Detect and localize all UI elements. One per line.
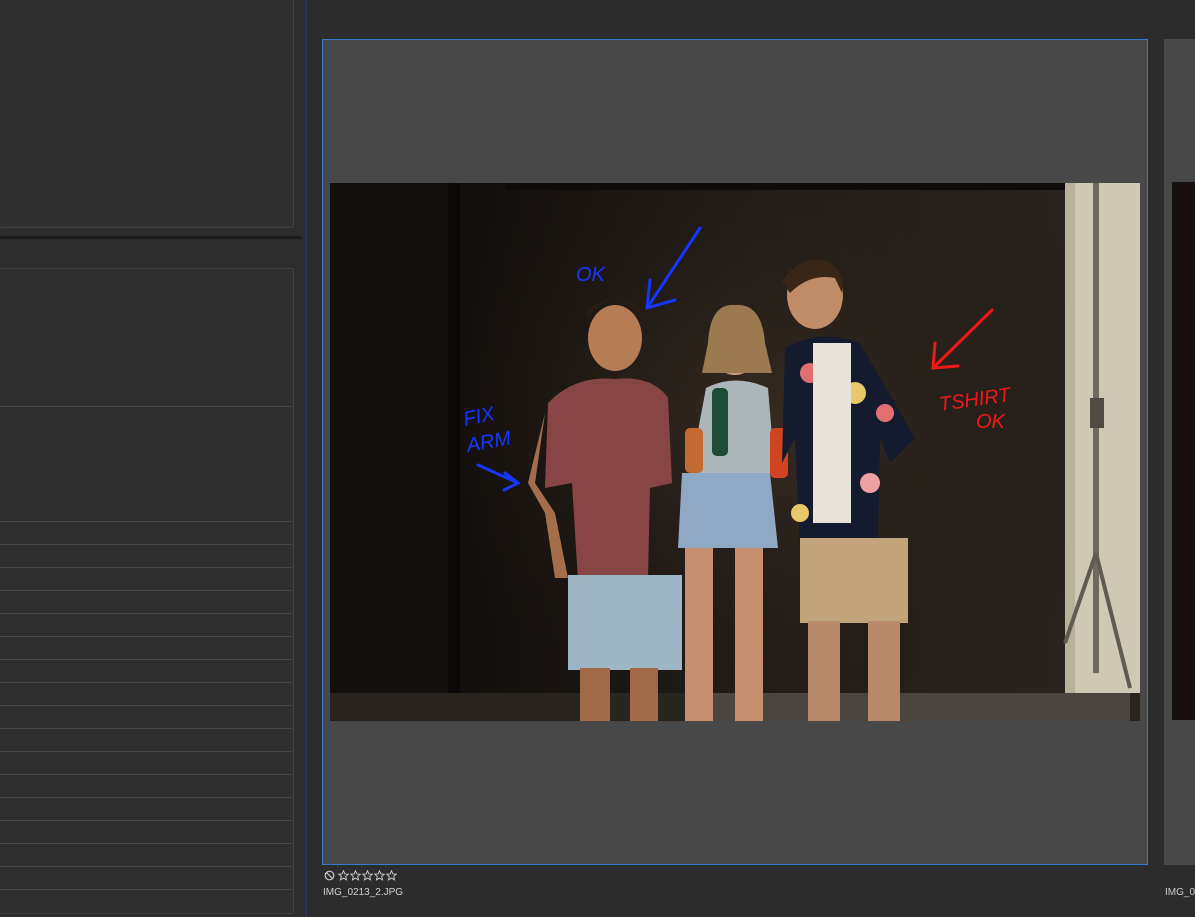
property-row[interactable] xyxy=(0,590,292,591)
reject-icon[interactable] xyxy=(324,870,335,881)
property-row[interactable] xyxy=(0,751,292,752)
property-row[interactable] xyxy=(0,889,292,890)
property-row[interactable] xyxy=(0,406,292,407)
property-row[interactable] xyxy=(0,613,292,614)
selected-thumbnail[interactable]: OK FIX ARM TSHIRT OK xyxy=(322,39,1148,865)
photo-thumbnail[interactable]: OK FIX ARM TSHIRT OK xyxy=(330,183,1140,721)
rating-stars[interactable] xyxy=(324,869,397,882)
property-row[interactable] xyxy=(0,521,292,522)
property-row[interactable] xyxy=(0,659,292,660)
preview-panel xyxy=(0,0,294,228)
property-row[interactable] xyxy=(0,866,292,867)
property-row[interactable] xyxy=(0,774,292,775)
annotation-tshirt-ok: OK xyxy=(976,411,1007,433)
star-outline-icon[interactable] xyxy=(374,870,385,881)
properties-panel xyxy=(0,268,294,914)
star-outline-icon[interactable] xyxy=(362,870,373,881)
star-outline-icon[interactable] xyxy=(386,870,397,881)
left-panel xyxy=(0,0,305,917)
property-row[interactable] xyxy=(0,728,292,729)
star-outline-icon[interactable] xyxy=(350,870,361,881)
property-row[interactable] xyxy=(0,843,292,844)
property-row[interactable] xyxy=(0,705,292,706)
thumbnail-filename: IMG_0213_2.JPG xyxy=(323,887,404,898)
next-thumbnail[interactable] xyxy=(1164,39,1195,865)
next-photo-thumbnail[interactable] xyxy=(1172,182,1195,720)
next-thumbnail-filename: IMG_0 xyxy=(1165,887,1195,898)
property-row[interactable] xyxy=(0,797,292,798)
star-outline-icon[interactable] xyxy=(338,870,349,881)
property-row[interactable] xyxy=(0,820,292,821)
annotation-ok: OK xyxy=(576,264,607,286)
property-row[interactable] xyxy=(0,567,292,568)
panel-divider[interactable] xyxy=(0,236,302,239)
thumbnail-grid: OK FIX ARM TSHIRT OK IMG_0213_2.JPG IMG_… xyxy=(307,0,1195,917)
property-row[interactable] xyxy=(0,682,292,683)
property-row[interactable] xyxy=(0,636,292,637)
property-row[interactable] xyxy=(0,544,292,545)
